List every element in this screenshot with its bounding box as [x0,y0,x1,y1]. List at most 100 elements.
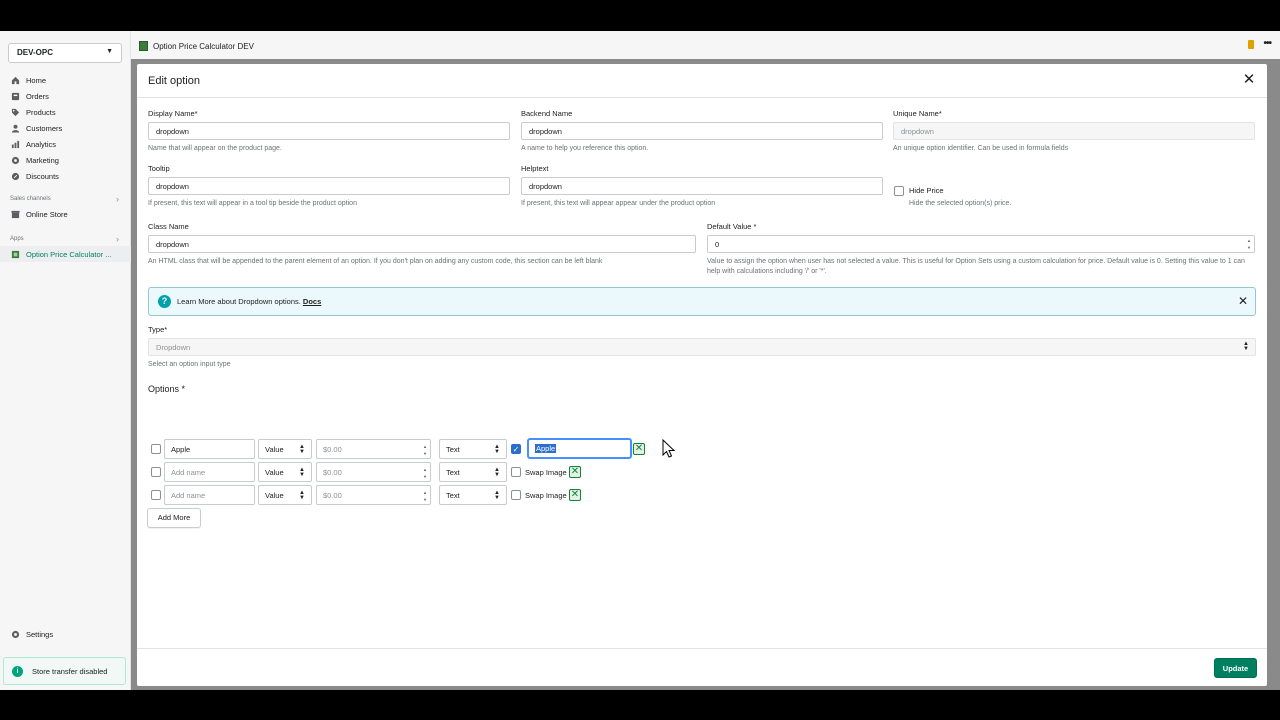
default-value-text: 0 [715,240,720,249]
apps-header[interactable]: Apps › [0,232,131,246]
sidebar-item-analytics[interactable]: Analytics [0,136,131,152]
sidebar-item-label: Products [26,107,56,117]
close-icon[interactable]: ✕ [1241,72,1257,88]
class-name-input[interactable]: dropdown [148,235,696,253]
docs-link[interactable]: Docs [303,297,321,306]
backend-name-help: A name to help you reference this option… [521,145,649,152]
sidebar-item-label: Orders [26,91,49,101]
swap-image-value: Apple [535,444,557,453]
option-mode-value: Value [265,468,284,477]
helptext-label: Helptext [521,164,549,173]
app-title: Option Price Calculator DEV [153,42,254,51]
swap-image-checkbox[interactable] [511,490,521,500]
settings-section: Settings [0,626,131,642]
sales-channels-header[interactable]: Sales channels › [0,192,131,206]
option-mode-select[interactable]: Value ▲ ▼ [258,439,312,459]
sidebar-item-products[interactable]: Products [0,104,131,120]
sidebar-item-label: Option Price Calculator ... [26,249,112,259]
option-kind-select[interactable]: Text ▲ ▼ [439,439,507,459]
select-arrows-icon: ▲ ▼ [299,490,305,501]
option-price-input[interactable]: $0.00 ▲ ▼ [316,462,431,482]
pin-icon[interactable] [1248,40,1254,49]
helptext-input[interactable]: dropdown [521,177,883,195]
app-logo-icon [139,41,148,51]
remove-option-icon[interactable]: ✕ [569,489,581,501]
sidebar-item-label: Home [26,75,47,85]
select-arrows-icon: ▲ ▼ [494,467,500,478]
update-button[interactable]: Update [1214,658,1257,678]
apps-label: Apps [10,236,24,242]
sidebar-item-orders[interactable]: Orders [0,88,131,104]
chevron-down-icon: ▼ [106,48,113,55]
option-kind-value: Text [446,491,460,500]
option-price-input[interactable]: $0.00 ▲ ▼ [316,485,431,505]
person-icon [11,124,20,133]
option-price-input[interactable]: $0.00 ▲ ▼ [316,439,431,459]
select-arrows-icon: ▲ ▼ [1243,341,1249,352]
sidebar-item-customers[interactable]: Customers [0,120,131,136]
gear-icon [11,630,20,639]
display-name-label: Display Name* [148,109,198,118]
modal-footer: Update [137,648,1267,686]
question-icon: ? [158,295,171,308]
store-transfer-text: Store transfer disabled [32,666,108,676]
remove-option-icon[interactable]: ✕ [633,443,645,455]
store-selector[interactable]: DEV-OPC ▼ [8,43,122,63]
analytics-icon [11,140,20,149]
sidebar-item-label: Discounts [26,171,59,181]
option-name-input[interactable]: Apple [164,439,255,459]
class-name-label: Class Name [148,222,189,231]
unique-name-label: Unique Name* [893,109,942,118]
option-mode-select[interactable]: Value ▲ ▼ [258,462,312,482]
mouse-cursor-icon [662,439,676,458]
sidebar-item-app[interactable]: Option Price Calculator ... [0,246,131,262]
option-price-placeholder: $0.00 [323,445,342,454]
sidebar-item-home[interactable]: Home [0,72,131,88]
option-kind-select[interactable]: Text ▲ ▼ [439,485,507,505]
swap-image-checkbox[interactable] [511,467,521,477]
option-checkbox[interactable] [151,490,161,500]
option-checkbox[interactable] [151,444,161,454]
sidebar-item-online-store[interactable]: Online Store [0,206,131,222]
display-name-help: Name that will appear on the product pag… [148,145,282,152]
option-mode-select[interactable]: Value ▲ ▼ [258,485,312,505]
sidebar-item-marketing[interactable]: Marketing [0,152,131,168]
orders-icon [11,92,20,101]
type-help: Select an option input type [148,361,231,368]
option-price-placeholder: $0.00 [323,468,342,477]
tooltip-label: Tooltip [148,164,170,173]
number-stepper-icon[interactable]: ▲ ▼ [1246,237,1252,251]
option-name-input[interactable]: Add name [164,485,255,505]
helptext-help: If present, this text will appear appear… [521,200,716,207]
swap-image-input[interactable]: Apple [527,438,632,459]
info-banner: ? Learn More about Dropdown options. Doc… [148,287,1256,316]
hide-price-checkbox[interactable] [894,186,904,196]
sales-channels-label: Sales channels [10,196,51,202]
swap-image-label: Swap Image [525,491,567,500]
number-stepper-icon[interactable]: ▲ ▼ [422,443,428,457]
class-name-help: An HTML class that will be appended to t… [148,258,603,265]
more-actions-icon[interactable]: ••• [1263,38,1271,49]
select-arrows-icon: ▲ ▼ [299,444,305,455]
remove-option-icon[interactable]: ✕ [569,466,581,478]
number-stepper-icon[interactable]: ▲ ▼ [422,489,428,503]
sidebar-item-discounts[interactable]: Discounts [0,168,131,184]
display-name-input[interactable]: dropdown [148,122,510,140]
marketing-icon [11,156,20,165]
option-kind-select[interactable]: Text ▲ ▼ [439,462,507,482]
hide-price-help: Hide the selected option(s) price. [909,200,1012,207]
option-name-input[interactable]: Add name [164,462,255,482]
sidebar-item-label: Analytics [26,139,57,149]
option-checkbox[interactable] [151,467,161,477]
sidebar-item-label: Customers [26,123,63,133]
default-value-input[interactable]: 0 ▲ ▼ [707,235,1255,253]
add-more-button[interactable]: Add More [147,508,201,528]
backend-name-input[interactable]: dropdown [521,122,883,140]
unique-name-input: dropdown [893,122,1255,140]
close-icon[interactable]: ✕ [1238,294,1248,308]
sidebar-item-settings[interactable]: Settings [0,626,131,642]
tooltip-input[interactable]: dropdown [148,177,510,195]
select-arrows-icon: ▲ ▼ [299,467,305,478]
number-stepper-icon[interactable]: ▲ ▼ [422,466,428,480]
swap-image-checkbox[interactable]: ✓ [511,444,521,454]
